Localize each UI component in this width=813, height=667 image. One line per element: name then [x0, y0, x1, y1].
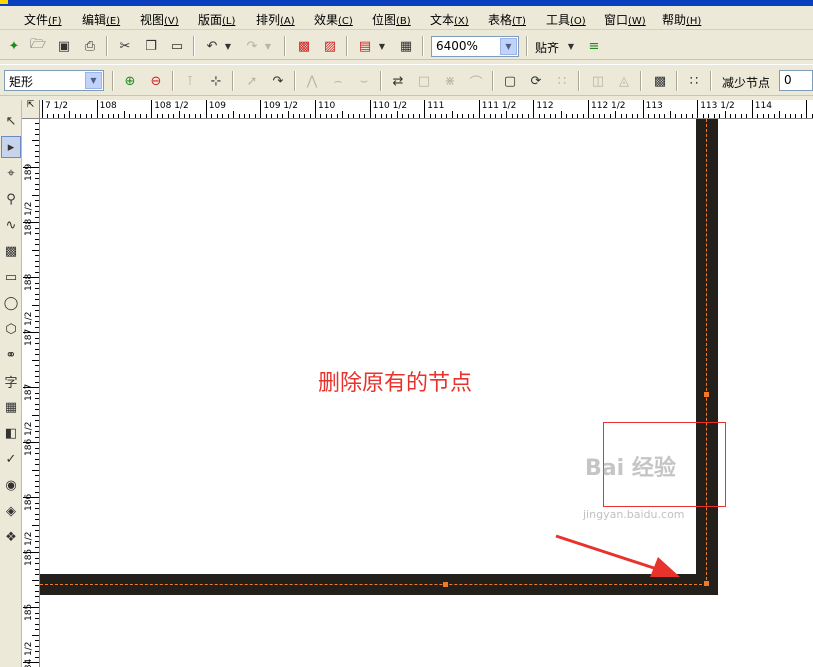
annotation-arrow-icon	[555, 534, 680, 577]
baidu-watermark-url: jingyan.baidu.com	[583, 508, 685, 521]
baidu-watermark-logo: Bai 经验	[585, 456, 676, 481]
